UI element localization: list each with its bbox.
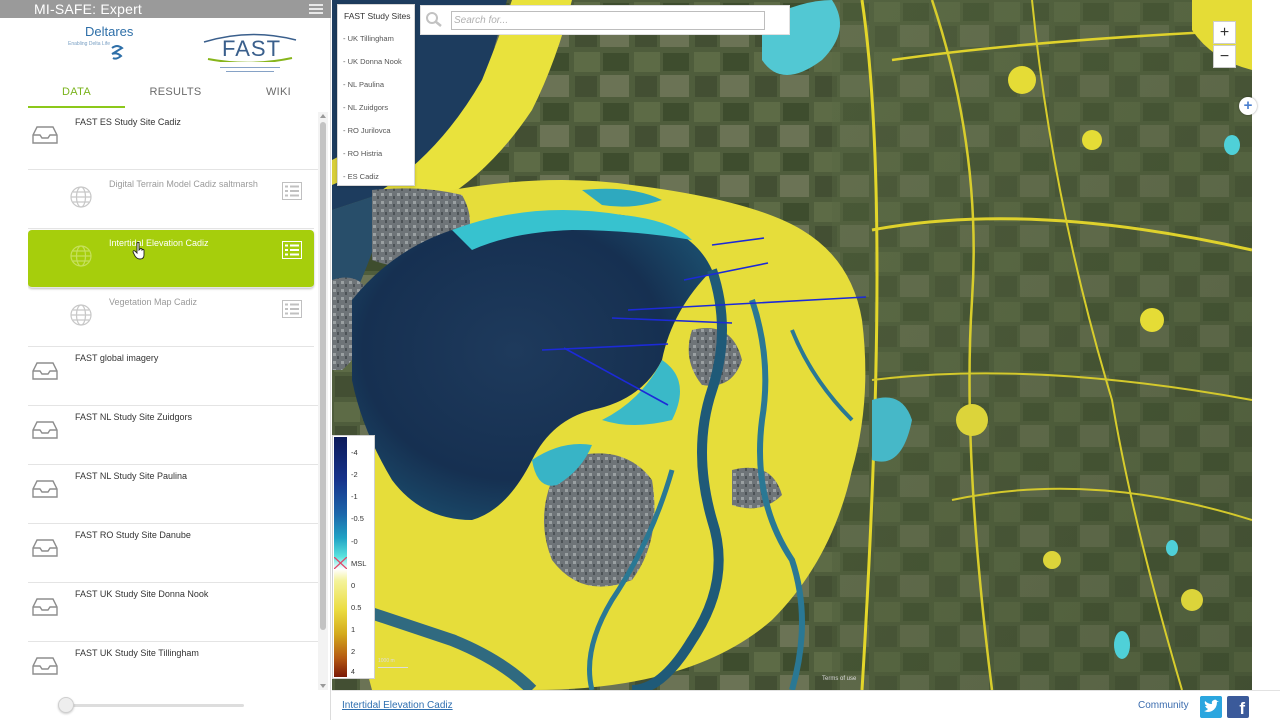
layer-group-ro-danube[interactable]: FAST RO Study Site Danube [28,525,318,583]
search-box [420,5,790,35]
sidebar-tabs: DATA RESULTS WIKI [0,78,331,108]
facebook-icon[interactable]: f [1227,696,1249,718]
layer-label: Digital Terrain Model Cadiz saltmarsh [109,179,258,189]
deltares-logo: Deltares Enabling Delta Life [60,24,156,66]
footer-bar: Intertidal Elevation Cadiz Community f [332,690,1280,720]
elevation-legend: -4 -2 -1 -0.5 -0 MSL 0 0.5 1 2 4 [332,435,375,679]
active-layer-link[interactable]: Intertidal Elevation Cadiz [342,700,453,711]
layer-group-label: FAST global imagery [75,353,159,363]
tray-icon [32,480,58,498]
layer-group-nl-paulina[interactable]: FAST NL Study Site Paulina [28,466,318,524]
zoom-out-button[interactable]: − [1213,45,1236,68]
logo-area: Deltares Enabling Delta Life FAST ▬▬▬▬▬▬… [0,18,331,78]
legend-list-icon[interactable] [282,182,302,200]
globe-icon [70,186,92,208]
hamburger-menu-icon[interactable] [309,4,323,14]
tray-icon [32,362,58,380]
msl-cross-icon [334,557,347,569]
legend-tick: -0 [351,537,358,546]
twitter-icon[interactable] [1200,696,1222,718]
layer-group-label: FAST NL Study Site Paulina [75,471,188,481]
study-site-ro-histria[interactable]: - RO Histria [343,149,382,158]
map-view[interactable] [332,0,1252,690]
legend-tick: 4 [351,669,355,676]
tab-data[interactable]: DATA [28,78,125,108]
scrollbar-thumb[interactable] [320,122,326,630]
tray-icon [32,539,58,557]
fast-logo-text: FAST [222,36,282,61]
study-site-es-cadiz[interactable]: - ES Cadiz [343,172,379,181]
study-site-uk-donna-nook[interactable]: - UK Donna Nook [343,57,402,66]
layer-group-global-imagery[interactable]: FAST global imagery [28,348,318,406]
legend-tick: -0.5 [351,514,364,523]
layer-group-label: FAST UK Study Site Tillingham [75,648,199,658]
study-site-ro-jurilovca[interactable]: - RO Jurilovca [343,126,391,135]
sidebar: MI-SAFE: Expert Deltares Enabling Delta … [0,0,331,720]
layer-group-es-cadiz[interactable]: FAST ES Study Site Cadiz [28,112,318,170]
legend-tick: -2 [351,470,358,479]
map-scale-bar: 1000 m [378,658,408,668]
layer-item-intertidal-elevation-cadiz[interactable]: Intertidal Elevation Cadiz [28,230,314,288]
zoom-in-button[interactable]: + [1213,21,1236,44]
layer-item-vegetation-map-cadiz[interactable]: Vegetation Map Cadiz [28,289,314,347]
tray-icon [32,598,58,616]
title-bar: MI-SAFE: Expert [0,0,331,18]
legend-tick-msl: MSL [351,559,367,568]
layer-group-label: FAST RO Study Site Danube [75,530,191,540]
legend-tick: 2 [351,647,356,656]
study-site-uk-tillingham[interactable]: - UK Tillingham [343,34,394,43]
deltares-logo-text: Deltares [85,24,134,39]
app-window: MI-SAFE: Expert Deltares Enabling Delta … [0,0,1280,720]
deltares-wave-icon [111,45,124,60]
scroll-down-arrow-icon[interactable] [320,684,326,688]
map-imagery [332,0,1252,690]
tab-results[interactable]: RESULTS [127,78,224,108]
map-attribution[interactable]: Terms of use [822,676,856,682]
fast-tagline-lines: ▬▬▬▬▬▬▬▬▬▬▬▬▬▬▬▬▬▬▬▬ ▬▬▬▬▬▬▬▬▬▬▬▬▬▬▬▬ [220,65,280,73]
scroll-up-arrow-icon[interactable] [320,114,326,118]
study-site-nl-zuidgors[interactable]: - NL Zuidgors [343,103,388,112]
legend-tick: -1 [351,492,358,501]
legend-list-icon[interactable] [282,300,302,318]
time-slider-track[interactable] [66,704,244,707]
layer-item-dtm-cadiz[interactable]: Digital Terrain Model Cadiz saltmarsh [28,171,314,229]
study-sites-menu[interactable]: FAST Study Sites - UK Tillingham - UK Do… [337,4,415,186]
hand-cursor-icon [132,242,145,260]
layer-group-nl-zuidgors[interactable]: FAST NL Study Site Zuidgors [28,407,318,465]
tray-icon [32,421,58,439]
deltares-tagline: Enabling Delta Life [68,41,110,47]
globe-icon [70,245,92,267]
search-input[interactable] [451,11,765,30]
add-button[interactable]: + [1239,97,1257,115]
study-sites-header[interactable]: FAST Study Sites [344,11,410,21]
legend-list-icon[interactable] [282,241,302,259]
legend-tick: -4 [351,448,358,457]
fast-logo: FAST ▬▬▬▬▬▬▬▬▬▬▬▬▬▬▬▬▬▬▬▬ ▬▬▬▬▬▬▬▬▬▬▬▬▬▬▬… [198,32,304,80]
community-link[interactable]: Community [1138,700,1189,711]
study-site-nl-paulina[interactable]: - NL Paulina [343,80,384,89]
legend-tick: 0 [351,581,356,590]
legend-tick: 0.5 [351,603,362,612]
layer-group-uk-tillingham[interactable]: FAST UK Study Site Tillingham [28,643,318,690]
layer-group-uk-donna-nook[interactable]: FAST UK Study Site Donna Nook [28,584,318,642]
layer-group-label: FAST ES Study Site Cadiz [75,117,181,127]
tray-icon [32,126,58,144]
layer-list-scrollbar[interactable] [318,112,328,690]
time-slider-handle[interactable] [58,697,74,713]
layer-list: FAST ES Study Site Cadiz Digital Terrain… [28,112,318,690]
app-title: MI-SAFE: Expert [34,1,143,17]
tab-wiki[interactable]: WIKI [230,78,327,108]
globe-icon [70,304,92,326]
layer-group-label: FAST NL Study Site Zuidgors [75,412,193,422]
layer-label: Vegetation Map Cadiz [109,297,198,307]
legend-tick: 1 [351,625,356,634]
time-slider[interactable] [28,696,320,714]
layer-group-label: FAST UK Study Site Donna Nook [75,589,209,599]
tray-icon [32,657,58,675]
search-icon [426,12,442,27]
